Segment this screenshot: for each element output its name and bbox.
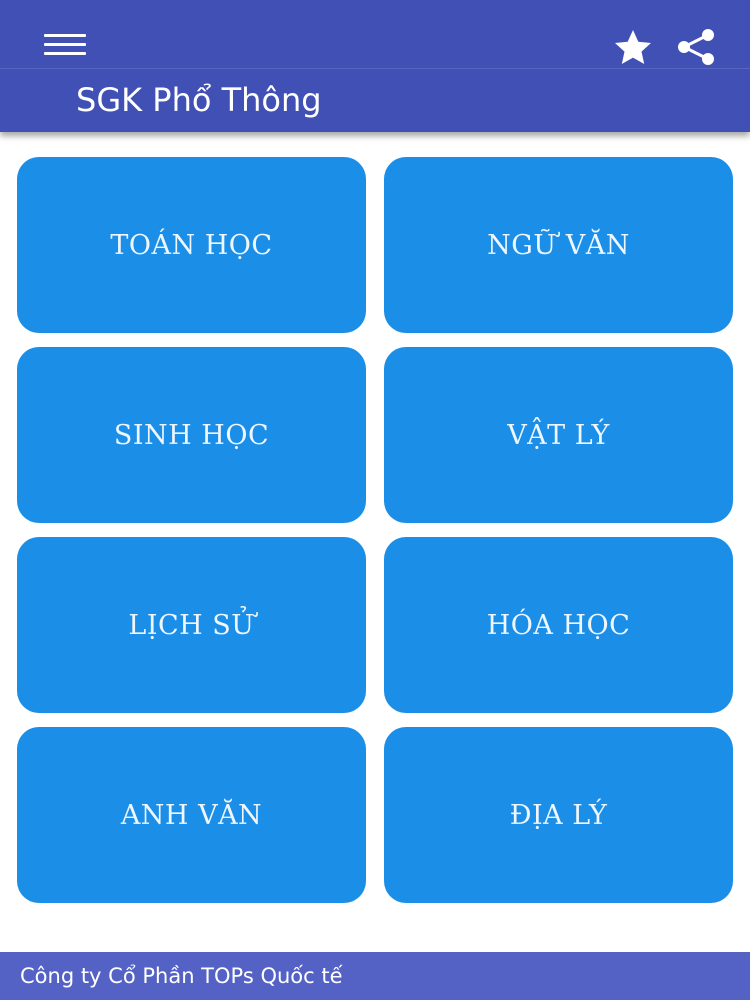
star-icon-graphic [615, 30, 651, 64]
menu-line [44, 52, 86, 55]
app-title: SGK Phổ Thông [76, 81, 322, 119]
subject-button-lich-su[interactable]: LỊCH SỬ [17, 537, 366, 713]
subject-button-dia-ly[interactable]: ĐỊA LÝ [384, 727, 733, 903]
subject-button-anh-van[interactable]: ANH VĂN [17, 727, 366, 903]
footer-company-name: Công ty Cổ Phần TOPs Quốc tế [20, 964, 343, 988]
star-icon[interactable] [606, 24, 660, 70]
footer-bar: Công ty Cổ Phần TOPs Quốc tế [0, 952, 750, 1000]
app-bar: SGK Phổ Thông [0, 0, 750, 132]
subject-grid: TOÁN HỌC NGỮ VĂN SINH HỌC VẬT LÝ LỊCH SỬ… [17, 157, 733, 903]
app-screen: SGK Phổ Thông TOÁN HỌC NGỮ VĂN SINH HỌC … [0, 0, 750, 1000]
subject-button-sinh-hoc[interactable]: SINH HỌC [17, 347, 366, 523]
subject-button-ngu-van[interactable]: NGỮ VĂN [384, 157, 733, 333]
subject-button-toan-hoc[interactable]: TOÁN HỌC [17, 157, 366, 333]
hamburger-menu-icon[interactable] [36, 24, 92, 66]
menu-line [44, 34, 86, 37]
subject-button-hoa-hoc[interactable]: HÓA HỌC [384, 537, 733, 713]
menu-line [44, 43, 86, 46]
share-icon-graphic [678, 29, 714, 65]
share-icon[interactable] [670, 24, 724, 70]
subject-button-vat-ly[interactable]: VẬT LÝ [384, 347, 733, 523]
